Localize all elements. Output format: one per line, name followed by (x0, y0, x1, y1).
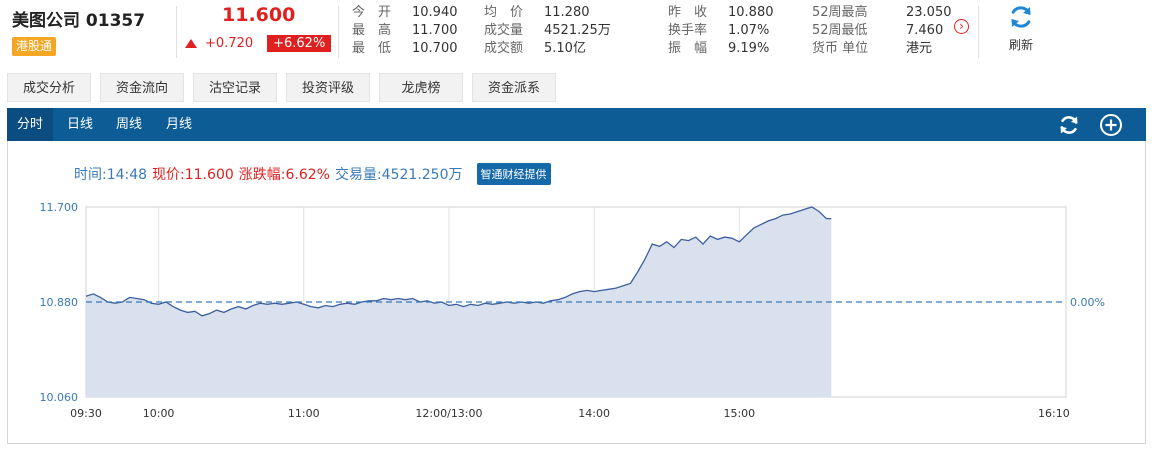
tab-capital-flow[interactable]: 资金流向 (100, 73, 184, 102)
tab-monthly[interactable]: 月线 (159, 108, 199, 141)
add-circle-icon[interactable] (1099, 113, 1123, 137)
quote-value: 5.10亿 (544, 41, 586, 56)
price-change: +0.720 (205, 36, 254, 51)
quote-row: 今 开 10.940 (352, 4, 458, 22)
tab-capital-faction[interactable]: 资金派系 (472, 73, 556, 102)
quote-label: 最 高 (352, 23, 392, 38)
tab-intraday[interactable]: 分时 (7, 108, 53, 141)
quote-value: 港元 (906, 41, 933, 56)
quote-label: 均 价 (484, 5, 524, 20)
quote-label: 成交额 (484, 41, 524, 56)
quote-label: 52周最低 (812, 23, 868, 38)
quote-row: 货币 单位 港元 (812, 40, 952, 58)
quote-label: 振 幅 (668, 41, 708, 56)
quote-label: 最 低 (352, 41, 392, 56)
chevron-right-circle-icon[interactable]: › (954, 19, 969, 34)
quote-label: 换手率 (668, 23, 708, 38)
quote-row: 52周最低 7.460 (812, 22, 952, 40)
quote-value: 23.050 (906, 5, 952, 20)
quote-value: 10.880 (728, 5, 774, 20)
quote-label: 52周最高 (812, 5, 868, 20)
info-price: 现价:11.600 (152, 167, 234, 183)
triangle-up-icon (185, 39, 197, 48)
quote-row: 最 低 10.700 (352, 40, 458, 58)
tab-dragon-tiger[interactable]: 龙虎榜 (379, 73, 463, 102)
quote-col-1: 今 开 10.940 最 高 11.700 最 低 10.700 (352, 4, 458, 58)
quote-value: 11.700 (412, 23, 458, 38)
quote-row: 昨 收 10.880 (668, 4, 774, 22)
tab-short-selling[interactable]: 沽空记录 (193, 73, 277, 102)
divider (176, 6, 177, 58)
tab-rating[interactable]: 投资评级 (286, 73, 370, 102)
quote-label: 成交量 (484, 23, 524, 38)
refresh-button[interactable]: 刷新 (1000, 4, 1042, 53)
quote-value: 10.940 (412, 5, 458, 20)
hover-info-line: 时间:14:48 现价:11.600 涨跌幅:6.62% 交易量:4521.25… (74, 163, 551, 185)
quote-value: 1.07% (728, 23, 770, 38)
divider (978, 6, 979, 58)
quote-row: 成交额 5.10亿 (484, 40, 611, 58)
quote-row: 振 幅 9.19% (668, 40, 774, 58)
provider-badge: 智通财经提供 (476, 163, 551, 185)
refresh-label: 刷新 (1008, 38, 1033, 52)
period-navbar: 分时 日线 周线 月线 (7, 108, 1146, 141)
quote-col-4: 52周最高 23.050 52周最低 7.460 货币 单位 港元 (812, 4, 952, 58)
price-change-pct: +6.62% (267, 35, 332, 52)
quote-row: 最 高 11.700 (352, 22, 458, 40)
quote-label: 货币 单位 (812, 41, 869, 56)
reload-icon[interactable] (1057, 113, 1081, 137)
info-volume: 交易量:4521.250万 (334, 167, 463, 183)
quote-value: 7.460 (906, 23, 944, 38)
quote-row: 成交量 4521.25万 (484, 22, 611, 40)
tab-daily[interactable]: 日线 (60, 108, 100, 141)
price-change-row: +0.720 +6.62% (185, 35, 332, 52)
chart-panel (7, 108, 1146, 444)
quote-label: 昨 收 (668, 5, 708, 20)
quote-label: 今 开 (352, 5, 392, 20)
stock-name: 美图公司 01357 (12, 11, 146, 31)
quote-row: 52周最高 23.050 (812, 4, 952, 22)
tab-trade-analysis[interactable]: 成交分析 (7, 73, 91, 102)
quote-col-3: 昨 收 10.880 换手率 1.07% 振 幅 9.19% (668, 4, 774, 58)
quote-value: 9.19% (728, 41, 770, 56)
quote-row: 均 价 11.280 (484, 4, 611, 22)
hk-connect-badge: 港股通 (12, 37, 57, 56)
quote-header: 美图公司 01357 港股通 11.600 +0.720 +6.62% 今 开 1… (0, 0, 1155, 66)
info-time: 时间:14:48 (74, 167, 148, 183)
current-price: 11.600 (222, 4, 296, 26)
quote-value: 11.280 (544, 5, 590, 20)
quote-col-2: 均 价 11.280 成交量 4521.25万成交额 5.10亿 (484, 4, 611, 58)
quote-value: 10.700 (412, 41, 458, 56)
tab-weekly[interactable]: 周线 (109, 108, 149, 141)
divider (338, 6, 339, 58)
analysis-tabs: 成交分析 资金流向 沽空记录 投资评级 龙虎榜 资金派系 (7, 73, 565, 102)
quote-value: 4521.25万 (544, 23, 611, 38)
quote-row: 换手率 1.07% (668, 22, 774, 40)
info-pct: 涨跌幅:6.62% (238, 167, 330, 183)
refresh-icon (1011, 6, 1031, 28)
